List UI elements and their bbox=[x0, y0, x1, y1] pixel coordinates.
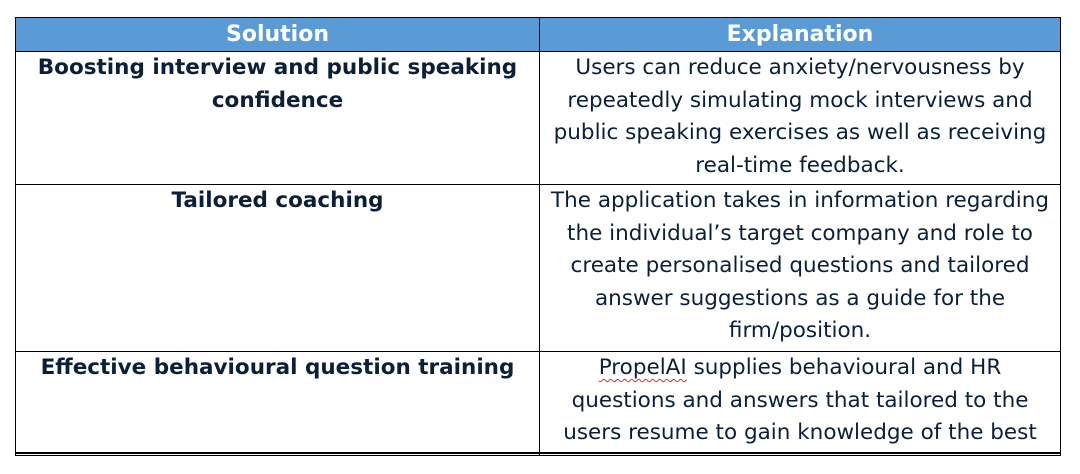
solution-cell: Effective behavioural question training bbox=[15, 351, 540, 456]
explanation-text: PropelAI supplies behavioural and HR que… bbox=[540, 352, 1060, 454]
explanation-text: The application takes in information reg… bbox=[551, 188, 1049, 343]
explanation-cell: PropelAI supplies behavioural and HR que… bbox=[539, 351, 1061, 456]
solution-cell: Tailored coaching bbox=[15, 184, 540, 352]
explanation-text: Users can reduce anxiety/nervousness by … bbox=[553, 55, 1047, 178]
spellcheck-flagged-word[interactable]: PropelAI bbox=[599, 355, 687, 380]
solution-text: Boosting interview and public speaking c… bbox=[37, 55, 518, 113]
table-row: Tailored coaching The application takes … bbox=[15, 184, 1061, 352]
solution-cell: Boosting interview and public speaking c… bbox=[15, 51, 540, 185]
table-header-row: Solution Explanation bbox=[15, 17, 1061, 52]
page-cut-divider bbox=[15, 452, 1061, 454]
solution-text: Tailored coaching bbox=[171, 188, 384, 213]
table-row: Boosting interview and public speaking c… bbox=[15, 51, 1061, 185]
table-row: Effective behavioural question training … bbox=[15, 351, 1061, 456]
solutions-table: Solution Explanation Boosting interview … bbox=[15, 17, 1061, 456]
header-solution: Solution bbox=[15, 17, 540, 52]
solution-text: Effective behavioural question training bbox=[40, 355, 515, 380]
header-explanation: Explanation bbox=[539, 17, 1061, 52]
explanation-cell: Users can reduce anxiety/nervousness by … bbox=[539, 51, 1061, 185]
explanation-cell: The application takes in information reg… bbox=[539, 184, 1061, 352]
